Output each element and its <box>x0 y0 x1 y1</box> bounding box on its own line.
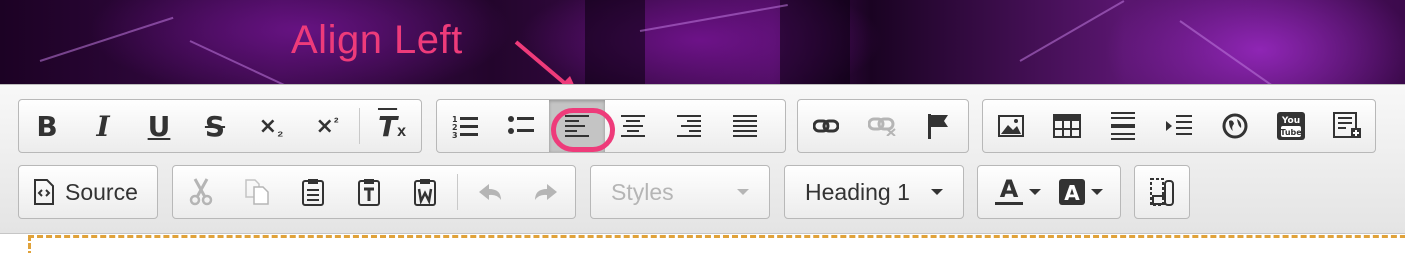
subscript-button[interactable]: ×₂ <box>243 100 299 152</box>
subscript-icon: ×₂ <box>258 113 284 139</box>
insert-group: You Tube <box>982 99 1376 153</box>
svg-text:3: 3 <box>452 131 458 138</box>
svg-text:A: A <box>1064 181 1080 205</box>
show-blocks-icon <box>1150 178 1174 206</box>
banner-streak <box>39 16 174 62</box>
chevron-down-icon <box>737 189 749 195</box>
highlight-circle <box>551 108 615 152</box>
colors-group: A A <box>977 165 1121 219</box>
paste-icon <box>302 179 324 206</box>
separator <box>457 174 458 210</box>
show-blocks-button[interactable] <box>1134 165 1190 219</box>
template-icon <box>1333 112 1361 138</box>
paste-text-button[interactable] <box>341 166 397 218</box>
text-color-button[interactable]: A <box>995 177 1041 207</box>
indent-icon <box>1166 115 1192 135</box>
strikethrough-icon: S <box>204 109 226 143</box>
iframe-button[interactable] <box>1207 100 1263 152</box>
copy-icon <box>245 179 269 205</box>
superscript-icon: ×² <box>315 113 339 139</box>
text-color-icon: A <box>995 177 1023 205</box>
svg-text:You: You <box>1281 116 1300 126</box>
horizontal-line-icon <box>1111 112 1135 140</box>
unlink-icon <box>868 117 896 136</box>
image-button[interactable] <box>983 100 1039 152</box>
copy-button[interactable] <box>229 166 285 218</box>
styles-dropdown-value: Styles <box>611 178 674 205</box>
background-color-icon: A <box>1059 179 1085 205</box>
underline-icon: U <box>147 109 171 143</box>
bulleted-list-icon <box>508 116 534 134</box>
table-icon <box>1053 114 1081 138</box>
header-banner <box>0 0 1405 114</box>
redo-icon <box>535 184 557 200</box>
numbered-list-button[interactable]: 1 2 3 <box>437 100 493 152</box>
align-right-icon <box>677 115 701 137</box>
paste-text-icon <box>358 179 380 206</box>
source-icon <box>34 179 54 205</box>
align-center-icon <box>621 115 645 137</box>
clipboard-group <box>172 165 576 219</box>
italic-icon: I <box>96 109 110 143</box>
paste-word-icon <box>414 179 436 206</box>
globe-icon <box>1222 113 1248 139</box>
indent-button[interactable] <box>1151 100 1207 152</box>
justify-icon <box>733 115 757 137</box>
basic-styles-group: B I U S ×₂ ×² Tx <box>18 99 422 153</box>
separator <box>359 108 360 144</box>
italic-button[interactable]: I <box>75 100 131 152</box>
links-group <box>797 99 969 153</box>
banner-streak <box>639 3 788 32</box>
editor-content-area[interactable] <box>28 235 1405 253</box>
annotation-label: Align Left <box>291 18 463 62</box>
format-dropdown[interactable]: Heading 1 <box>784 165 964 219</box>
bulleted-list-button[interactable] <box>493 100 549 152</box>
unlink-button[interactable] <box>854 100 910 152</box>
banner-shade <box>585 0 645 86</box>
image-icon <box>998 115 1024 137</box>
banner-streak <box>1019 0 1125 62</box>
justify-button[interactable] <box>717 100 773 152</box>
youtube-button[interactable]: You Tube <box>1263 100 1319 152</box>
source-button[interactable]: Source <box>18 165 158 219</box>
svg-text:Tube: Tube <box>1280 128 1302 137</box>
styles-dropdown[interactable]: Styles <box>590 165 770 219</box>
background-color-button[interactable]: A <box>1059 178 1103 206</box>
align-right-button[interactable] <box>661 100 717 152</box>
scissors-icon <box>189 178 213 206</box>
strikethrough-button[interactable]: S <box>187 100 243 152</box>
numbered-list-icon: 1 2 3 <box>452 115 478 138</box>
svg-text:A: A <box>1000 177 1019 203</box>
banner-shade <box>780 0 850 86</box>
horizontal-line-button[interactable] <box>1095 100 1151 152</box>
bold-button[interactable]: B <box>19 100 75 152</box>
chevron-down-icon <box>1029 189 1041 195</box>
bold-icon: B <box>36 109 58 143</box>
anchor-button[interactable] <box>910 100 966 152</box>
link-button[interactable] <box>798 100 854 152</box>
link-icon <box>813 119 839 133</box>
underline-button[interactable]: U <box>131 100 187 152</box>
remove-format-button[interactable]: Tx <box>364 100 420 152</box>
superscript-button[interactable]: ×² <box>299 100 355 152</box>
paste-button[interactable] <box>285 166 341 218</box>
template-button[interactable] <box>1319 100 1375 152</box>
undo-icon <box>479 184 501 200</box>
table-button[interactable] <box>1039 100 1095 152</box>
editor-toolbar: B I U S ×₂ ×² Tx 1 2 3 You Tube Source S… <box>0 84 1405 234</box>
undo-button[interactable] <box>462 166 518 218</box>
format-dropdown-value: Heading 1 <box>805 178 910 205</box>
source-label: Source <box>65 178 138 205</box>
paste-word-button[interactable] <box>397 166 453 218</box>
youtube-icon: You Tube <box>1277 112 1305 140</box>
banner-streak <box>189 40 291 89</box>
chevron-down-icon <box>931 189 943 195</box>
remove-format-icon: Tx <box>377 109 406 143</box>
cut-button[interactable] <box>173 166 229 218</box>
chevron-down-icon <box>1091 189 1103 195</box>
redo-button[interactable] <box>518 166 574 218</box>
flag-icon <box>928 114 948 139</box>
